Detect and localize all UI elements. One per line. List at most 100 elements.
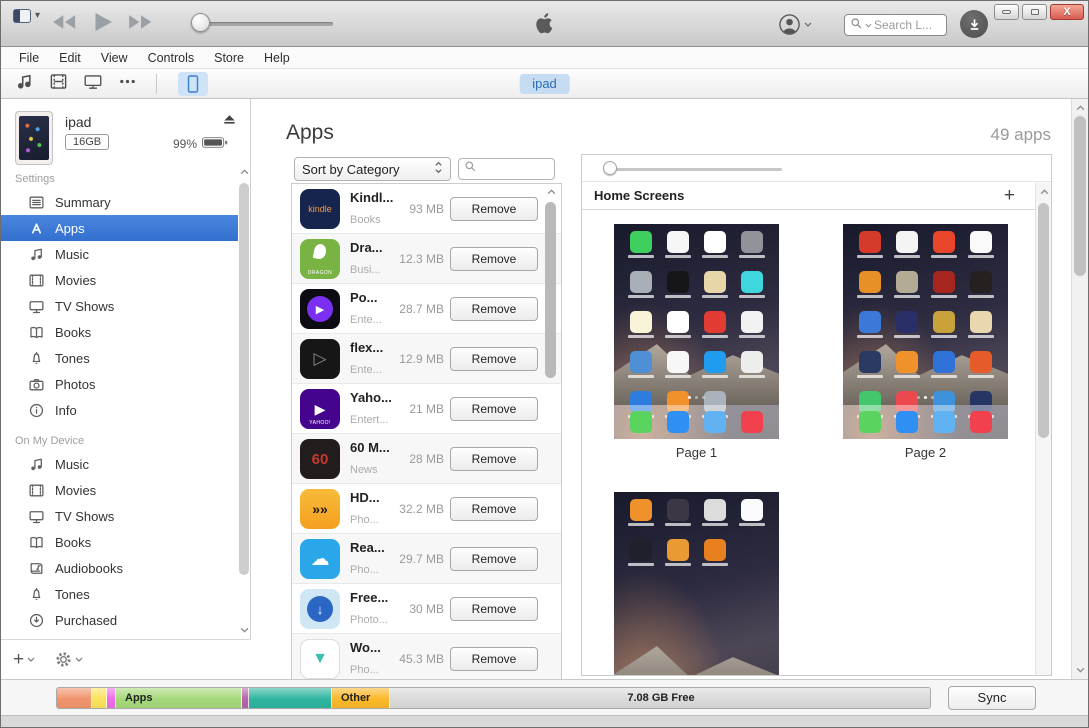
eject-icon[interactable] [222, 112, 237, 132]
close-button[interactable]: X [1050, 4, 1084, 20]
sidebar-item-photos[interactable]: Photos [1, 371, 238, 397]
play-button[interactable] [91, 10, 115, 34]
minimize-button[interactable] [994, 4, 1019, 20]
window-scrollbar[interactable] [1071, 99, 1088, 679]
sidebar-item-books[interactable]: Books [1, 529, 238, 555]
menu-edit[interactable]: Edit [49, 51, 91, 65]
volume-slider-knob[interactable] [191, 13, 210, 32]
home-screen-page[interactable]: Page 2 [843, 224, 1008, 460]
sync-button[interactable]: Sync [948, 686, 1036, 710]
app-size: 28.7 MB [380, 302, 444, 316]
remove-button[interactable]: Remove [450, 497, 538, 521]
home-screen-thumbnail[interactable] [614, 492, 779, 675]
app-row: 6060 M...News28 MBRemove [292, 434, 561, 484]
scroll-down-icon[interactable] [238, 623, 251, 637]
remove-button[interactable]: Remove [450, 447, 538, 471]
menu-help[interactable]: Help [254, 51, 300, 65]
sidebar-item-movies[interactable]: Movies [1, 477, 238, 503]
app-size: 93 MB [380, 202, 444, 216]
sidebar-item-music[interactable]: Music [1, 241, 238, 267]
capacity-segment-books [242, 688, 249, 708]
mini-app-icon [704, 271, 726, 293]
remove-button[interactable]: Remove [450, 247, 538, 271]
sidebar-item-label: Books [55, 325, 91, 340]
home-screens-title: Home Screens [594, 188, 684, 203]
music-tab-icon[interactable] [15, 72, 34, 96]
download-button[interactable] [960, 10, 988, 38]
free-download-app-icon: ↓ [300, 589, 340, 629]
sidebar-item-audiobooks[interactable]: Audiobooks [1, 555, 238, 581]
menu-store[interactable]: Store [204, 51, 254, 65]
device-breadcrumb-tab[interactable]: ipad [519, 74, 570, 94]
settings-gear-button[interactable] [55, 651, 83, 668]
tones-icon [27, 585, 45, 603]
menu-file[interactable]: File [9, 51, 49, 65]
home-screen-thumbnail[interactable] [614, 224, 779, 439]
tv-tab-icon[interactable] [83, 72, 103, 96]
account-button[interactable] [778, 13, 812, 36]
device-tab-button[interactable] [178, 72, 208, 96]
scrollbar-thumb[interactable] [1038, 203, 1049, 438]
add-playlist-button[interactable]: + [13, 650, 35, 669]
zoom-slider-knob[interactable] [603, 161, 617, 175]
sidebar-item-purchased[interactable]: Purchased [1, 607, 238, 633]
sidebar-item-label: Tones [55, 351, 90, 366]
sidebar-item-music[interactable]: Music [1, 451, 238, 477]
scroll-up-icon[interactable] [1072, 101, 1089, 115]
sidebar-item-movies[interactable]: Movies [1, 267, 238, 293]
app-list: kindleKindl...Books93 MBRemoveDRAGONDra.… [291, 183, 562, 679]
sidebar-item-tones[interactable]: Tones [1, 581, 238, 607]
home-screen-page[interactable]: Page 1 [614, 224, 779, 460]
sidebar-section-label: Settings [1, 169, 238, 189]
apps-count: 49 apps [991, 125, 1052, 145]
remove-button[interactable]: Remove [450, 347, 538, 371]
sidebar-item-books[interactable]: Books [1, 319, 238, 345]
scroll-down-icon[interactable] [1072, 663, 1089, 677]
app-row: DRAGONDra...Busi...12.3 MBRemove [292, 234, 561, 284]
app-list-scrollbar[interactable] [544, 185, 558, 679]
volume-slider[interactable] [197, 22, 333, 26]
apps-search-input[interactable] [458, 158, 555, 180]
menu-controls[interactable]: Controls [138, 51, 205, 65]
home-screen-thumbnail[interactable] [843, 224, 1008, 439]
remove-button[interactable]: Remove [450, 547, 538, 571]
remove-button[interactable]: Remove [450, 597, 538, 621]
scroll-up-icon[interactable] [238, 165, 251, 179]
more-tabs-icon[interactable] [118, 72, 137, 96]
scrollbar-thumb[interactable] [1074, 116, 1086, 276]
remove-button[interactable]: Remove [450, 197, 538, 221]
search-input[interactable]: Search L... [844, 14, 947, 36]
maximize-button[interactable] [1022, 4, 1047, 20]
itunes-mini-player-icon[interactable] [13, 9, 31, 23]
add-home-screen-button[interactable]: + [1004, 185, 1015, 207]
scrollbar-thumb[interactable] [545, 202, 556, 378]
remove-button[interactable]: Remove [450, 647, 538, 671]
rewind-button[interactable] [51, 13, 79, 31]
panel-scrollbar[interactable] [1035, 183, 1051, 675]
mini-app-icon [667, 539, 689, 561]
menu-view[interactable]: View [91, 51, 138, 65]
sidebar-scrollbar[interactable] [238, 165, 251, 637]
sort-select[interactable]: Sort by Category [294, 157, 451, 181]
movies-tab-icon[interactable] [49, 72, 68, 96]
sidebar-item-tones[interactable]: Tones [1, 345, 238, 371]
remove-button[interactable]: Remove [450, 297, 538, 321]
zoom-slider[interactable] [610, 168, 782, 171]
scrollbar-thumb[interactable] [239, 183, 249, 575]
scroll-up-icon[interactable] [544, 185, 558, 199]
capacity-segment-other: Other [332, 688, 390, 708]
sidebar-item-apps[interactable]: Apps [1, 215, 238, 241]
scroll-up-icon[interactable] [1036, 185, 1052, 199]
remove-button[interactable]: Remove [450, 397, 538, 421]
kindle-app-icon: kindle [300, 189, 340, 229]
home-screen-page[interactable] [614, 492, 779, 675]
sidebar-item-summary[interactable]: Summary [1, 189, 238, 215]
sidebar-item-label: Music [55, 457, 89, 472]
sidebar: ipad 16GB 99% SettingsSummaryAppsMusicMo… [1, 99, 251, 679]
tv-icon [27, 297, 45, 315]
sidebar-item-tv-shows[interactable]: TV Shows [1, 503, 238, 529]
sidebar-item-info[interactable]: Info [1, 397, 238, 423]
fast-forward-button[interactable] [127, 13, 155, 31]
mini-app-icon [741, 311, 763, 333]
sidebar-item-tv-shows[interactable]: TV Shows [1, 293, 238, 319]
